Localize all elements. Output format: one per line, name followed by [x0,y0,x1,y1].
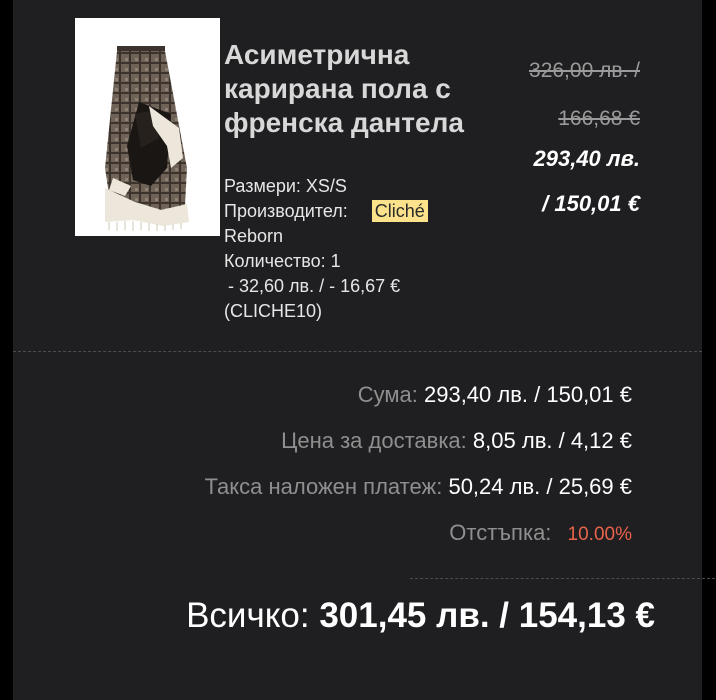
cod-fee-label: Такса наложен платеж: [204,474,443,499]
total-label: Всичко: [186,596,310,635]
shipping-value: 8,05 лв. / 4,12 € [472,428,632,453]
total-divider [410,578,715,579]
product-details: Размери: XS/S Производител: Cliché Reborn… [224,174,484,324]
new-price-bgn: 293,40 лв. [533,146,641,171]
summary-sum-row: Сума: 293,40 лв. / 150,01 € [205,372,632,418]
sum-label: Сума: [357,382,418,407]
shipping-label: Цена за доставка: [281,428,467,453]
cod-fee-value: 50,24 лв. / 25,69 € [448,474,632,499]
manufacturer-suffix: Reborn [224,226,284,246]
manufacturer-brand[interactable]: Cliché [371,200,428,222]
manufacturer-row: Производител: Cliché Reborn [224,199,484,249]
discounted-price: 293,40 лв. / 150,01 € [534,136,641,226]
quantity-label: Количество: 1 [224,251,341,271]
old-price: 326,00 лв. / 166,68 € [529,47,640,143]
summary-cod-row: Такса наложен платеж: 50,24 лв. / 25,69 … [205,464,632,510]
summary-shipping-row: Цена за доставка: 8,05 лв. / 4,12 € [205,418,632,464]
sum-value: 293,40 лв. / 150,01 € [423,382,632,407]
new-price-eur: / 150,01 € [542,191,640,216]
discount-code: (CLICHE10) [224,301,323,321]
summary-discount-row: Отстъпка: 10.00% [205,510,632,558]
product-image[interactable] [75,18,220,236]
order-total: Всичко: 301,45 лв. / 154,13 € [186,591,655,641]
item-discount-amount: - 32,60 лв. / - 16,67 € [228,276,401,296]
manufacturer-label: Производител: [224,201,348,221]
discount-label: Отстъпка: [449,520,552,545]
order-summary: Сума: 293,40 лв. / 150,01 € Цена за дост… [205,372,632,558]
old-price-bgn: 326,00 лв. / [529,59,640,82]
discount-percent: 10.00% [567,524,632,545]
product-title[interactable]: Асиметрична карирана пола с френска дант… [224,38,524,140]
total-value: 301,45 лв. / 154,13 € [319,596,655,635]
size-label: Размери: XS/S [224,176,347,196]
section-divider [13,351,702,352]
